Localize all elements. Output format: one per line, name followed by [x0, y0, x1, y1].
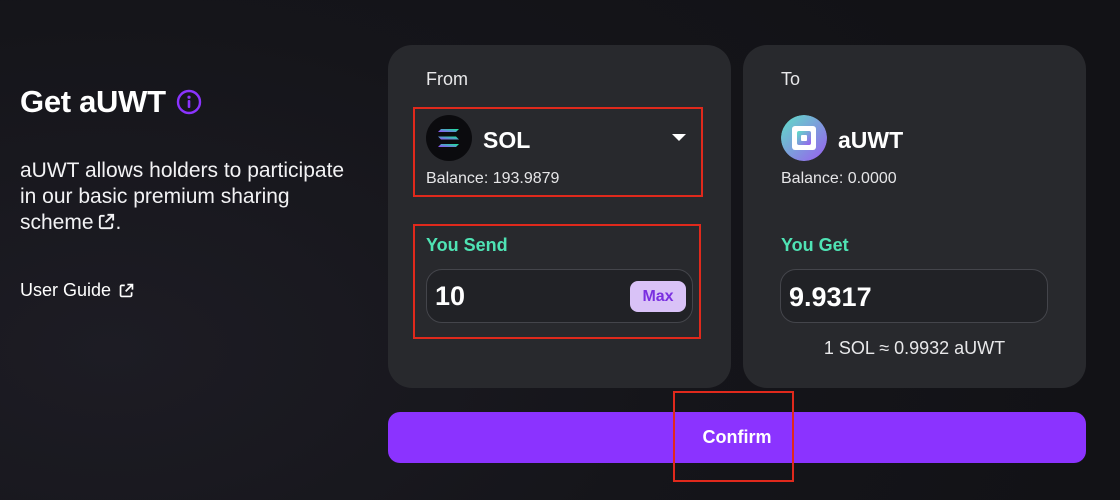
- description-suffix: .: [115, 211, 122, 234]
- external-link-icon: [118, 282, 135, 299]
- external-link-icon[interactable]: [97, 212, 116, 231]
- solana-logo-icon: [426, 115, 472, 161]
- confirm-button[interactable]: Confirm: [388, 412, 1086, 463]
- receive-amount-field: 9.9317: [780, 269, 1048, 323]
- receive-amount-value: 9.9317: [789, 282, 872, 312]
- to-balance: Balance: 0.0000: [781, 170, 897, 187]
- from-label: From: [426, 69, 468, 89]
- user-guide-link[interactable]: User Guide: [20, 280, 360, 301]
- title-row: Get aUWT: [20, 82, 360, 122]
- auwt-logo-icon: [781, 115, 827, 161]
- send-amount-input[interactable]: [435, 270, 625, 322]
- intro-panel: Get aUWT aUWT allows holders to particip…: [20, 82, 360, 301]
- chevron-down-icon[interactable]: [672, 134, 686, 141]
- to-token-name: aUWT: [838, 127, 904, 153]
- to-card: [743, 45, 1086, 388]
- you-get-label: You Get: [781, 235, 849, 255]
- info-icon[interactable]: [176, 89, 202, 115]
- send-amount-field[interactable]: Max: [426, 269, 693, 323]
- user-guide-label: User Guide: [20, 280, 112, 300]
- description-text: aUWT allows holders to participate in ou…: [20, 159, 345, 234]
- from-balance: Balance: 193.9879: [426, 170, 560, 187]
- page-title: Get aUWT: [20, 84, 166, 119]
- exchange-rate: 1 SOL ≈ 0.9932 aUWT: [823, 338, 1006, 358]
- from-token-name: SOL: [483, 127, 531, 153]
- description: aUWT allows holders to participate in ou…: [20, 158, 360, 236]
- max-button[interactable]: Max: [630, 281, 686, 312]
- you-send-label: You Send: [426, 235, 508, 255]
- to-label: To: [781, 69, 801, 89]
